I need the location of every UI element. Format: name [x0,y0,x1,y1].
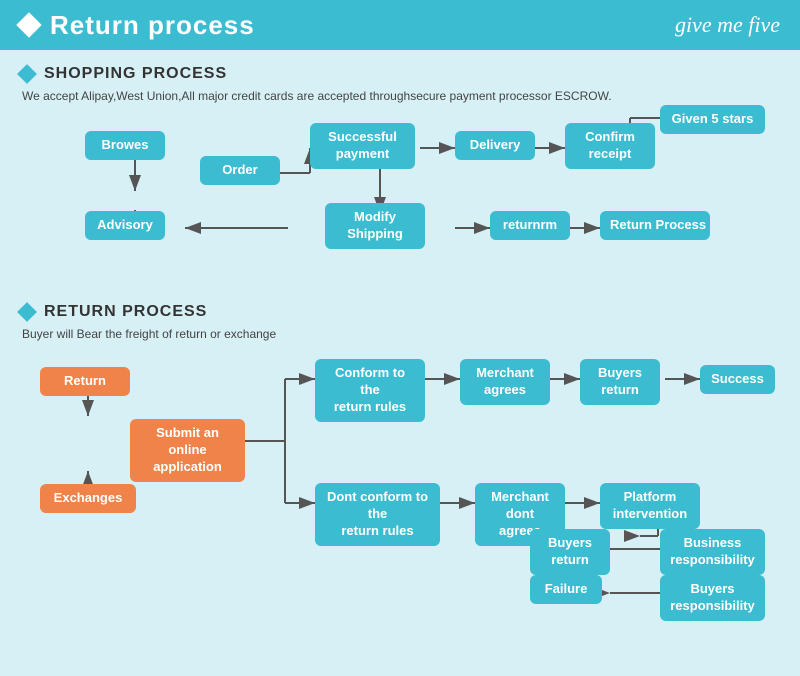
browes-box: Browes [85,131,165,160]
shopping-section-title: SHOPPING PROCESS [44,65,227,83]
shopping-section-desc: We accept Alipay,West Union,All major cr… [22,89,780,103]
merchant-agrees-box: Merchantagrees [460,359,550,405]
page-header: Return process give me five [0,0,800,50]
successful-payment-box: Successfulpayment [310,123,415,169]
platform-intervention-box: Platformintervention [600,483,700,529]
shopping-flow-area: Browes Successfulpayment Delivery Confir… [20,113,780,293]
main-content: SHOPPING PROCESS We accept Alipay,West U… [0,50,800,676]
buyers-responsibility-box: Buyersresponsibility [660,575,765,621]
submit-application-box: Submit an onlineapplication [130,419,245,482]
page-title: Return process [50,10,255,41]
order-box: Order [200,156,280,185]
delivery-box: Delivery [455,131,535,160]
shopping-diamond-icon [17,64,37,84]
failure-box: Failure [530,575,602,604]
given-5-stars-box: Given 5 stars [660,105,765,134]
buyers-return-1-box: Buyersreturn [580,359,660,405]
return-flow-area: Return Submit an onlineapplication Excha… [20,351,780,611]
dont-conform-return-rules-box: Dont conform to thereturn rules [315,483,440,546]
return-diamond-icon [17,302,37,322]
exchanges-box: Exchanges [40,484,136,513]
success-box: Success [700,365,775,394]
return-box: Return [40,367,130,396]
modify-shipping-box: ModifyShipping [325,203,425,249]
confirm-receipt-box: Confirmreceipt [565,123,655,169]
return-process-box: Return Process [600,211,710,240]
header-logo: give me five [675,12,780,38]
header-diamond-icon [16,12,41,37]
advisory-box: Advisory [85,211,165,240]
shopping-section-header: SHOPPING PROCESS [20,65,780,83]
return-section-header: RETURN PROCESS [20,303,780,321]
conform-return-rules-box: Conform to thereturn rules [315,359,425,422]
business-responsibility-box: Businessresponsibility [660,529,765,575]
returnrm-box: returnrm [490,211,570,240]
return-section-title: RETURN PROCESS [44,303,207,321]
buyers-return-2-box: Buyersreturn [530,529,610,575]
return-section-desc: Buyer will Bear the freight of return or… [22,327,780,341]
